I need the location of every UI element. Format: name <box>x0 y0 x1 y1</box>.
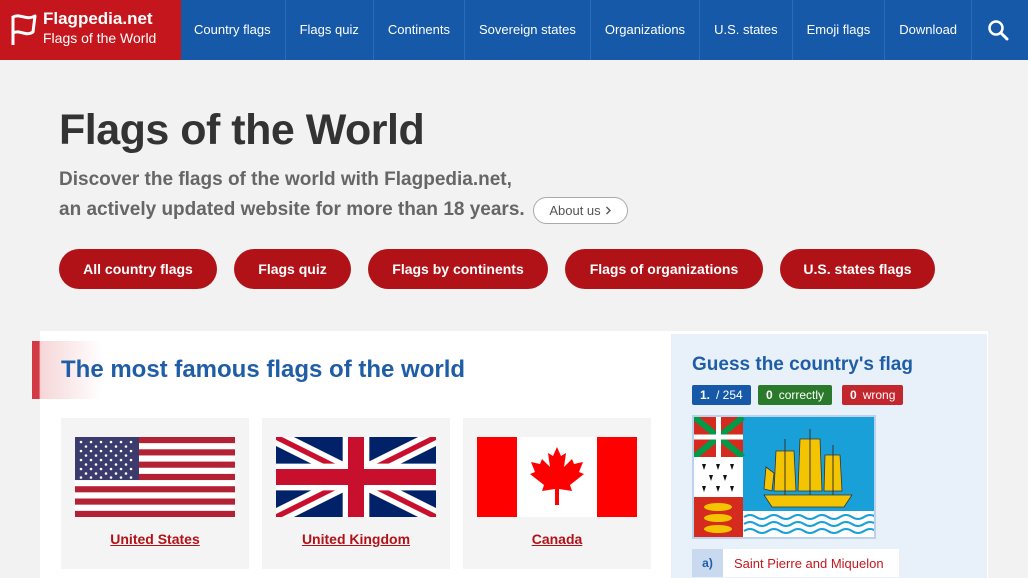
answer-letter-a: a) <box>692 549 723 577</box>
main-nav: Country flags Flags quiz Continents Sove… <box>181 0 973 60</box>
nav-item-country-flags[interactable]: Country flags <box>181 0 286 60</box>
famous-flags-heading: The most famous flags of the world <box>61 356 466 383</box>
nav-item-continents[interactable]: Continents <box>374 0 465 60</box>
about-us-label: About us <box>549 203 601 218</box>
nav-item-emoji-flags[interactable]: Emoji flags <box>793 0 886 60</box>
page-title: Flags of the World <box>59 106 425 154</box>
flags-of-organizations-button[interactable]: Flags of organizations <box>565 249 763 289</box>
search-icon <box>988 20 1009 41</box>
question-number: 1. <box>700 388 711 402</box>
flag-logo-icon <box>11 14 37 45</box>
quiz-heading: Guess the country's flag <box>692 354 913 375</box>
quiz-flag-image-frame <box>692 414 877 539</box>
wrong-count: 0 <box>850 388 857 402</box>
hero-subtitle-line1: Discover the flags of the world with Fla… <box>59 169 512 190</box>
answer-option-a[interactable]: Saint Pierre and Miquelon <box>723 549 899 577</box>
search-button[interactable] <box>968 0 1028 60</box>
nav-item-sovereign-states[interactable]: Sovereign states <box>465 0 591 60</box>
hero-subtitle-line2: an actively updated website for more tha… <box>59 199 525 220</box>
flag-card-united-kingdom[interactable]: United Kingdom <box>262 418 450 569</box>
flag-label-united-kingdom[interactable]: United Kingdom <box>262 531 450 547</box>
nav-item-organizations[interactable]: Organizations <box>591 0 701 60</box>
nav-item-download[interactable]: Download <box>885 0 973 60</box>
top-navbar: Flagpedia.net Flags of the World Country… <box>0 0 1028 60</box>
brand-logo-link[interactable]: Flagpedia.net Flags of the World <box>0 0 181 60</box>
wrong-count-badge: 0 wrong <box>842 385 904 405</box>
quiz-flag-image <box>692 414 877 537</box>
flag-canada-image <box>477 437 637 517</box>
question-counter-badge: 1. / 254 <box>692 385 751 405</box>
flags-quiz-button[interactable]: Flags quiz <box>234 249 351 289</box>
chevron-right-icon <box>605 206 611 215</box>
nav-item-us-states[interactable]: U.S. states <box>700 0 793 60</box>
brand-tagline: Flags of the World <box>43 30 157 46</box>
correct-count: 0 <box>766 388 773 402</box>
brand-name: Flagpedia.net <box>43 9 153 28</box>
flag-label-canada[interactable]: Canada <box>463 531 651 547</box>
correct-count-badge: 0 correctly <box>758 385 833 405</box>
all-country-flags-button[interactable]: All country flags <box>59 249 217 289</box>
us-states-flags-button[interactable]: U.S. states flags <box>780 249 935 289</box>
question-total: / 254 <box>716 388 743 402</box>
flag-card-united-states[interactable]: United States <box>61 418 249 569</box>
flag-label-united-states[interactable]: United States <box>61 531 249 547</box>
flag-united-states-image <box>75 437 235 517</box>
correct-label: correctly <box>778 388 825 402</box>
flags-by-continents-button[interactable]: Flags by continents <box>368 249 548 289</box>
flag-card-canada[interactable]: Canada <box>463 418 651 569</box>
about-us-button[interactable]: About us <box>533 197 628 224</box>
wrong-label: wrong <box>862 388 896 402</box>
nav-item-flags-quiz[interactable]: Flags quiz <box>286 0 374 60</box>
flag-united-kingdom-image <box>276 437 436 517</box>
